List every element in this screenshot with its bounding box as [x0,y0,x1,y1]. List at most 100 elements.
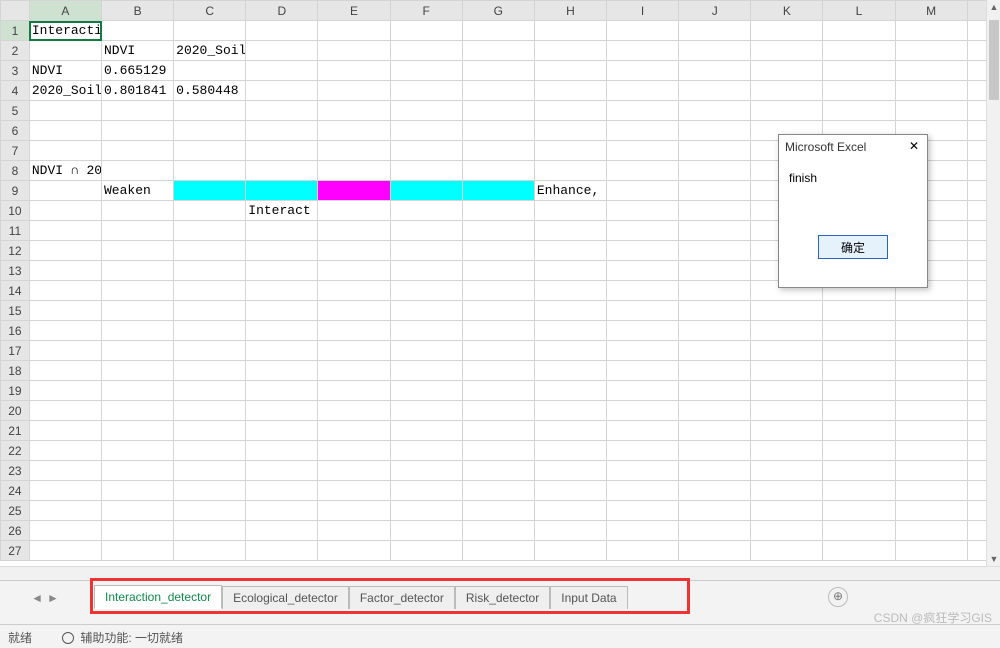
cell-I25[interactable] [606,501,678,521]
cell-E13[interactable] [318,261,390,281]
cell-K19[interactable] [751,381,823,401]
cell-I12[interactable] [606,241,678,261]
cell-F7[interactable] [390,141,462,161]
cell-I16[interactable] [606,321,678,341]
cell-H18[interactable] [534,361,606,381]
cell-B8[interactable] [102,161,174,181]
row-header-7[interactable]: 7 [1,141,30,161]
sheet-tab-ecological-detector[interactable]: Ecological_detector [222,586,349,609]
cell-F2[interactable] [390,41,462,61]
cell-F25[interactable] [390,501,462,521]
cell-C27[interactable] [174,541,246,561]
cell-M19[interactable] [895,381,967,401]
cell-A18[interactable] [29,361,101,381]
cell-I2[interactable] [606,41,678,61]
cell-F17[interactable] [390,341,462,361]
cell-B11[interactable] [102,221,174,241]
cell-G19[interactable] [462,381,534,401]
cell-A22[interactable] [29,441,101,461]
cell-D27[interactable] [246,541,318,561]
cell-D2[interactable] [246,41,318,61]
row-header-21[interactable]: 21 [1,421,30,441]
cell-H27[interactable] [534,541,606,561]
cell-C25[interactable] [174,501,246,521]
vertical-scrollbar[interactable]: ▲ ▼ [986,0,1000,566]
cell-B14[interactable] [102,281,174,301]
cell-G4[interactable] [462,81,534,101]
cell-D23[interactable] [246,461,318,481]
cell-D15[interactable] [246,301,318,321]
cell-F19[interactable] [390,381,462,401]
cell-B12[interactable] [102,241,174,261]
column-header-L[interactable]: L [823,1,895,21]
cell-J9[interactable] [679,181,751,201]
row-header-15[interactable]: 15 [1,301,30,321]
cell-K23[interactable] [751,461,823,481]
cell-L27[interactable] [823,541,895,561]
cell-C13[interactable] [174,261,246,281]
cell-J14[interactable] [679,281,751,301]
cell-M5[interactable] [895,101,967,121]
cell-L25[interactable] [823,501,895,521]
cell-C18[interactable] [174,361,246,381]
cell-C9[interactable] [174,181,246,201]
cell-C24[interactable] [174,481,246,501]
cell-G6[interactable] [462,121,534,141]
row-header-12[interactable]: 12 [1,241,30,261]
cell-J1[interactable] [679,21,751,41]
cell-E16[interactable] [318,321,390,341]
cell-A24[interactable] [29,481,101,501]
cell-J4[interactable] [679,81,751,101]
cell-J26[interactable] [679,521,751,541]
row-header-3[interactable]: 3 [1,61,30,81]
cell-E15[interactable] [318,301,390,321]
cell-C10[interactable] [174,201,246,221]
cell-K15[interactable] [751,301,823,321]
sheet-tab-input-data[interactable]: Input Data [550,586,627,609]
cell-B5[interactable] [102,101,174,121]
tab-prev-icon[interactable]: ◄ [31,591,43,605]
cell-E17[interactable] [318,341,390,361]
cell-D3[interactable] [246,61,318,81]
cell-C3[interactable] [174,61,246,81]
cell-I18[interactable] [606,361,678,381]
cell-G18[interactable] [462,361,534,381]
cell-E25[interactable] [318,501,390,521]
cell-C16[interactable] [174,321,246,341]
cell-G5[interactable] [462,101,534,121]
cell-B2[interactable]: NDVI [102,41,174,61]
cell-J8[interactable] [679,161,751,181]
cell-G10[interactable] [462,201,534,221]
cell-A11[interactable] [29,221,101,241]
cell-J27[interactable] [679,541,751,561]
cell-H15[interactable] [534,301,606,321]
column-header-B[interactable]: B [102,1,174,21]
cell-G7[interactable] [462,141,534,161]
cell-I5[interactable] [606,101,678,121]
cell-B10[interactable] [102,201,174,221]
cell-B13[interactable] [102,261,174,281]
cell-F26[interactable] [390,521,462,541]
row-header-27[interactable]: 27 [1,541,30,561]
cell-H9[interactable]: Enhance, nonlinear- [534,181,606,201]
cell-D14[interactable] [246,281,318,301]
cell-L20[interactable] [823,401,895,421]
cell-F8[interactable] [390,161,462,181]
cell-G14[interactable] [462,281,534,301]
row-header-5[interactable]: 5 [1,101,30,121]
cell-L17[interactable] [823,341,895,361]
cell-D7[interactable] [246,141,318,161]
cell-F27[interactable] [390,541,462,561]
cell-F14[interactable] [390,281,462,301]
cell-J25[interactable] [679,501,751,521]
cell-G2[interactable] [462,41,534,61]
cell-D24[interactable] [246,481,318,501]
cell-H22[interactable] [534,441,606,461]
cell-C21[interactable] [174,421,246,441]
cell-J7[interactable] [679,141,751,161]
cell-I3[interactable] [606,61,678,81]
row-header-19[interactable]: 19 [1,381,30,401]
cell-J12[interactable] [679,241,751,261]
cell-K21[interactable] [751,421,823,441]
cell-H4[interactable] [534,81,606,101]
